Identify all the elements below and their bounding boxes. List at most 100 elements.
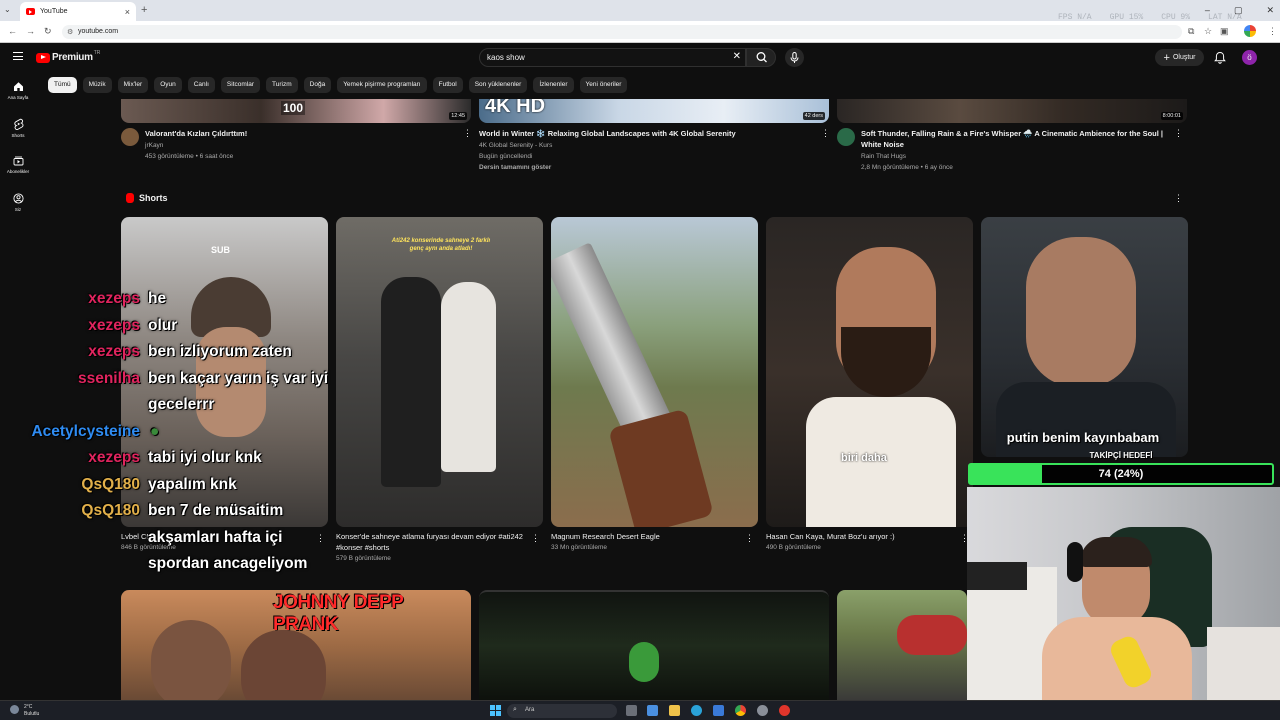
chip-12[interactable]: Yeni öneriler [579,77,628,93]
channel-avatar[interactable] [121,128,139,146]
logo-region: TR [93,50,101,56]
video-thumbnail[interactable] [837,590,967,700]
channel-name[interactable]: 4K Global Serenity - Kurs [479,140,552,151]
chip-11[interactable]: İzlenenler [533,77,574,93]
shorts-more-icon[interactable]: ⋮ [1174,193,1183,204]
site-info-icon[interactable]: ⚙ [67,28,73,36]
sidebar-item-you[interactable]: Siz [0,193,36,212]
account-avatar[interactable]: ö [1242,50,1257,65]
video-title[interactable]: World in Winter ❄️ Relaxing Global Lands… [479,128,809,139]
chrome-icon[interactable] [735,705,746,716]
short-views: 490 B görüntüleme [766,544,821,551]
chip-0[interactable]: Tümü [48,77,77,93]
browser-tab-youtube[interactable]: YouTube × [20,2,136,21]
course-lessons: 42 ders [802,112,825,120]
short-overlay-caption: putin benim kayınbabam [1006,430,1160,445]
browser-profile-icon[interactable] [1244,25,1256,37]
short-more-icon[interactable]: ⋮ [745,533,754,544]
task-view-icon[interactable] [626,705,637,716]
tab-close-icon[interactable]: × [125,7,130,17]
channel-name[interactable]: Rain That Hugs [861,151,906,162]
view-full-course-link[interactable]: Dersin tamamını göster [479,162,551,173]
video-thumbnail[interactable]: 4K HD 42 ders [479,99,829,123]
chip-6[interactable]: Turizm [266,77,298,93]
voice-search-button[interactable] [785,48,804,67]
url-text: youtube.com [78,28,119,35]
browser-menu-icon[interactable]: ⋮ [1268,26,1277,37]
chat-message: yapalım knk [148,475,237,493]
install-icon[interactable]: ⧉ [1188,26,1194,37]
edge-icon[interactable] [691,705,702,716]
create-label: Oluştur [1172,54,1196,61]
chip-10[interactable]: Son yüklenenler [468,77,528,93]
store-icon[interactable] [713,705,724,716]
chip-2[interactable]: Mix'ler [117,77,149,93]
more-actions-icon[interactable]: ⋮ [1174,128,1183,139]
short-card[interactable] [981,217,1188,457]
short-card[interactable]: biri daha [766,217,973,527]
clear-search-icon[interactable]: ✕ [733,51,741,62]
notifications-bell-icon[interactable] [1214,51,1226,64]
tab-search-icon[interactable]: ⌄ [4,5,14,15]
shorts-section-header: Shorts [126,193,168,203]
chip-3[interactable]: Oyun [154,77,182,93]
chip-9[interactable]: Futbol [432,77,463,93]
short-card[interactable]: Ati242 konserinde sahneye 2 farklı genç … [336,217,543,527]
taskbar-search-icon: ⌕ [513,706,517,713]
create-button[interactable]: + Oluştur [1155,49,1204,66]
more-actions-icon[interactable]: ⋮ [463,128,472,139]
more-actions-icon[interactable]: ⋮ [821,128,830,139]
video-meta: Bugün güncellendi [479,153,533,160]
start-button[interactable] [490,705,501,716]
taskbar-search[interactable]: ⌕ Ara [507,704,617,718]
address-bar-row: ← → ↻ ⚙ youtube.com ⧉ ☆ ▣ ⋮ [0,21,1280,43]
bookmark-star-icon[interactable]: ☆ [1204,26,1212,37]
chat-message: spordan ancageliyom [148,555,308,572]
window-close-icon[interactable]: ✕ [1266,5,1274,16]
sidebar-item-subscriptions[interactable]: Abonelikler [0,155,36,174]
chip-4[interactable]: Canlı [187,77,215,93]
chip-5[interactable]: Sitcomlar [220,77,261,93]
video-title[interactable]: Valorant'da Kızları Çıldırttım! [145,128,455,139]
extensions-icon[interactable]: ▣ [1220,26,1229,37]
widgets-icon[interactable] [647,705,658,716]
minimize-icon[interactable]: – [1205,5,1210,16]
reload-icon[interactable]: ↻ [44,26,52,37]
channel-name[interactable]: jrKayn [145,140,163,151]
video-title[interactable]: Soft Thunder, Falling Rain & a Fire's Wh… [861,128,1166,150]
obs-icon[interactable] [779,705,790,716]
youtube-logo[interactable]: Premium TR [36,50,101,63]
chip-1[interactable]: Müzik [82,77,112,93]
forward-icon[interactable]: → [26,26,35,36]
video-thumbnail[interactable]: 100 12:45 [121,99,471,123]
sidebar-item-shorts[interactable]: Shorts [0,118,36,138]
search-button[interactable] [746,48,776,67]
short-more-icon[interactable]: ⋮ [531,533,540,544]
logo-text: Premium [52,52,93,63]
chip-7[interactable]: Doğa [303,77,332,93]
person-face [151,620,231,700]
short-title[interactable]: Magnum Research Desert Eagle [551,531,741,542]
sidebar-item-home[interactable]: Ana Sayfa [0,81,36,100]
short-more-icon[interactable]: ⋮ [316,533,325,544]
menu-icon[interactable] [13,52,23,60]
video-thumbnail[interactable] [479,590,829,700]
search-input[interactable]: kaos show ✕ [479,48,746,67]
file-explorer-icon[interactable] [669,705,680,716]
video-thumbnail[interactable]: JOHNNY DEPP PRANK [121,590,471,700]
chip-8[interactable]: Yemek pişirme programları [337,77,427,93]
weather-desc: Bulutlu [24,711,40,717]
maximize-icon[interactable]: ▢ [1234,5,1243,16]
url-input[interactable]: ⚙ youtube.com [62,25,1182,39]
new-tab-button[interactable]: + [141,4,147,16]
channel-avatar[interactable] [837,128,855,146]
short-title[interactable]: Konser'de sahneye atlama furyası devam e… [336,531,526,553]
plus-icon: + [1163,51,1170,64]
short-title[interactable]: Hasan Can Kaya, Murat Boz'u arıyor :) [766,531,956,542]
follower-goal-text: 74 (24%) [1098,468,1144,480]
video-thumbnail[interactable]: 8:00:01 [837,99,1187,123]
short-card[interactable] [551,217,758,527]
steam-icon[interactable] [757,705,768,716]
back-icon[interactable]: ← [8,26,17,36]
person-figure [441,282,496,472]
